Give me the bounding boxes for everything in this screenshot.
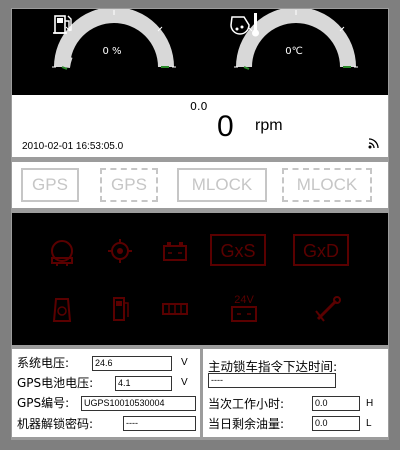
machine-info-panel: 系统电压: 24.6 V GPS电池电压: 4.1 V GPS编号: UGPS1… — [12, 349, 200, 437]
battery-icon — [163, 242, 187, 261]
mlock-status-button-dashed[interactable]: MLOCK — [282, 168, 372, 202]
filter-icon — [52, 298, 72, 322]
gauge-panel: 0 % 0℃ — [12, 9, 388, 95]
system-voltage-unit: V — [181, 357, 188, 368]
remaining-fuel-field[interactable]: 0.0 — [312, 416, 360, 431]
gps-status-button[interactable]: GPS — [21, 168, 79, 202]
fuel-pump-icon — [53, 15, 72, 34]
system-voltage-field[interactable]: 24.6 — [92, 356, 172, 371]
system-voltage-label: 系统电压: — [17, 356, 70, 370]
timestamp: 2010-02-01 16:53:05.0 — [22, 141, 124, 152]
oil-pressure-icon — [108, 239, 132, 263]
remaining-fuel-unit: L — [366, 418, 372, 429]
voltage-indicator: 24V — [231, 294, 257, 322]
fuel-gauge-value: 0 % — [102, 46, 122, 57]
gps-status-button-dashed[interactable]: GPS — [100, 168, 158, 202]
fuel-filter-icon — [113, 297, 129, 321]
gps-id-field[interactable]: UGPS10010530004 — [81, 396, 196, 411]
service-wrench-icon — [315, 296, 341, 322]
mlock-status-button[interactable]: MLOCK — [177, 168, 267, 202]
gxd-label: GxD — [303, 241, 339, 261]
rpm-panel: 0.0 0 rpm 2010-02-01 16:53:05.0 — [12, 95, 388, 157]
temperature-gauge-value: 0℃ — [285, 46, 303, 57]
lock-command-time-field[interactable]: ---- — [208, 373, 336, 388]
work-hours-field[interactable]: 0.0 — [312, 396, 360, 411]
gps-battery-voltage-field[interactable]: 4.1 — [115, 376, 172, 391]
preheat-icon — [162, 303, 188, 315]
work-hours-unit: H — [366, 398, 374, 409]
gps-battery-voltage-unit: V — [181, 377, 188, 388]
gxd-indicator: GxD — [293, 234, 349, 266]
status-panel: GPS GPS MLOCK MLOCK — [12, 162, 388, 208]
coolant-temperature-icon — [230, 13, 259, 37]
fuel-gauge: 0 % — [42, 9, 182, 95]
unlock-code-label: 机器解锁密码: — [17, 417, 94, 431]
unlock-code-field[interactable]: ---- — [123, 416, 196, 431]
gxs-indicator: GxS — [210, 234, 266, 266]
gps-battery-voltage-label: GPS电池电压: — [17, 376, 94, 390]
remaining-fuel-label: 当日剩余油量: — [208, 417, 285, 431]
engine-warning-icon — [51, 240, 73, 266]
temperature-gauge: 0℃ — [224, 9, 364, 95]
rpm-secondary-value: 0.0 — [190, 100, 208, 113]
gxs-label: GxS — [220, 241, 255, 261]
rpm-unit: rpm — [255, 117, 283, 134]
rpm-value: 0 — [217, 110, 234, 143]
signal-icon — [368, 138, 379, 149]
work-hours-label: 当次工作小时: — [208, 397, 285, 411]
indicator-panel: GxS GxD 24V — [12, 213, 388, 345]
voltage-label: 24V — [234, 294, 254, 306]
lock-info-panel: 主动锁车指令下达时间: ---- 当次工作小时: 0.0 H 当日剩余油量: 0… — [203, 349, 388, 437]
gps-id-label: GPS编号: — [17, 396, 70, 410]
